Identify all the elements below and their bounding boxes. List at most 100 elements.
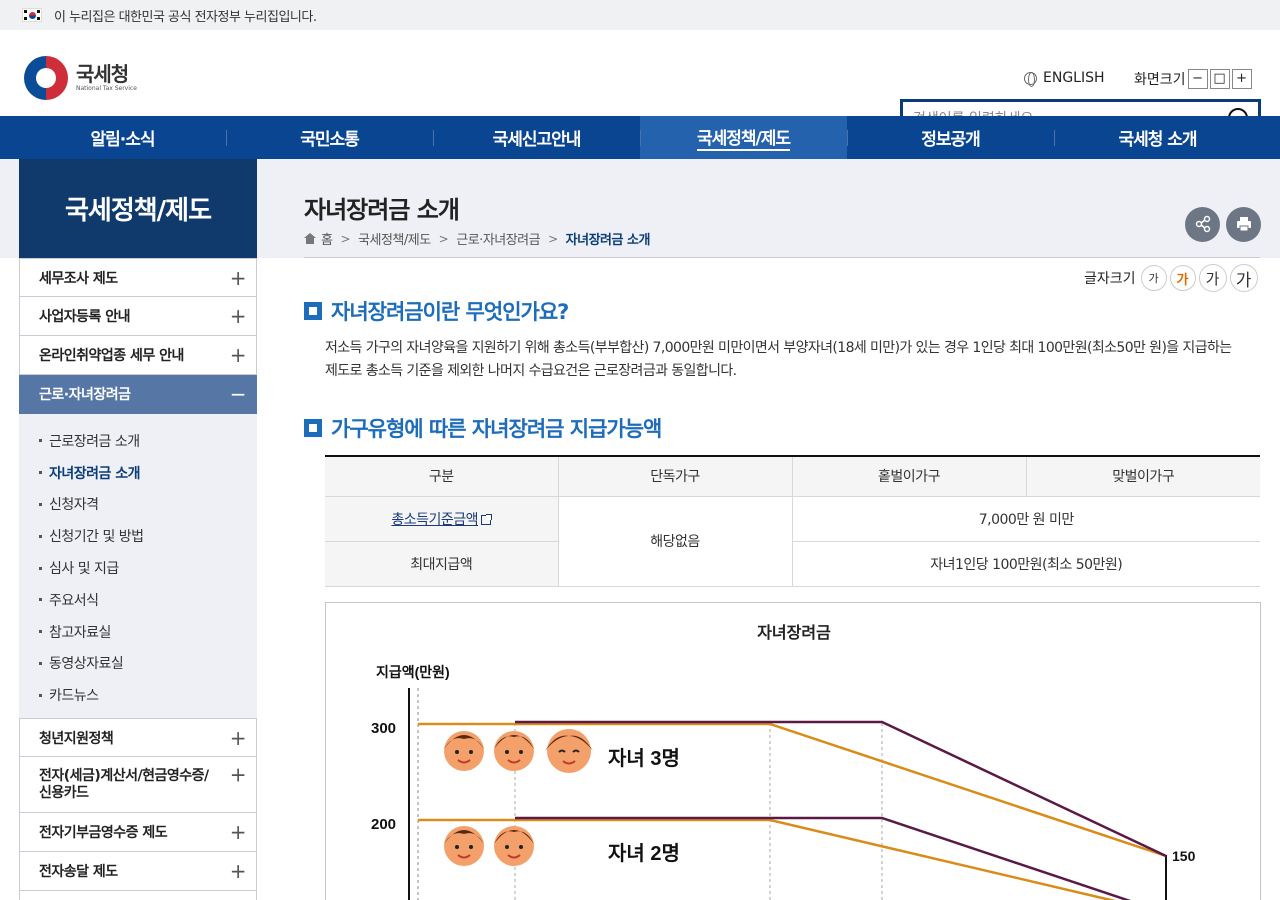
end-value-label: 150 <box>1172 848 1196 864</box>
table-header-row: 구분 단독가구 홑벌이가구 맞벌이가구 <box>325 455 1260 497</box>
breadcrumb-incentive[interactable]: 근로·자녀장려금 <box>456 229 540 248</box>
side-submenu: 근로장려금 소개 자녀장려금 소개 신청자격 신청기간 및 방법 심사 및 지급… <box>19 414 257 719</box>
font-size-small-button[interactable]: 가 <box>1140 265 1167 291</box>
side-sub-item[interactable]: 신청자격 <box>20 489 257 521</box>
total-income-link[interactable]: 총소득기준금액 <box>391 512 478 528</box>
screen-zoom: 화면크기 − □ + <box>1134 69 1252 89</box>
gov-banner-text: 이 누리집은 대한민국 공식 전자정부 누리집입니다. <box>54 9 317 25</box>
header: 국세청 National Tax Service ENGLISH 화면크기 − … <box>0 30 1280 139</box>
side-item-e-donation[interactable]: 전자기부금영수증 제도 + <box>19 813 257 853</box>
minus-icon: − <box>229 382 247 406</box>
side-item-online-business[interactable]: 온라인취약업종 세무 안내 + <box>19 336 257 375</box>
home-icon <box>304 233 316 244</box>
printer-icon <box>1236 217 1251 232</box>
breadcrumb-policy[interactable]: 국세정책/제도 <box>358 229 431 248</box>
logo-subtitle: National Tax Service <box>76 85 137 92</box>
child-face-icon <box>545 729 593 773</box>
section-bullet-icon <box>304 419 322 437</box>
table-cell: 자녀1인당 100만원(최소 50만원) <box>791 540 1260 587</box>
section-bullet-icon <box>304 302 322 320</box>
section-title-what: 자녀장려금이란 무엇인가요? <box>304 296 569 326</box>
side-sub-item[interactable]: 신청기간 및 방법 <box>20 520 257 552</box>
section-title-amount: 가구유형에 따른 자녀장려금 지급가능액 <box>304 413 662 443</box>
chevron-right-icon: > <box>548 231 558 246</box>
font-size-xlarge-button[interactable]: 가 <box>1229 264 1258 292</box>
plus-icon: + <box>229 762 247 787</box>
share-icon <box>1195 215 1210 233</box>
plus-icon: + <box>229 343 247 367</box>
font-size-label: 글자크기 <box>1084 271 1136 287</box>
font-size-control: 글자크기 가 가 가 가 <box>1084 264 1258 292</box>
child-face-icon <box>444 731 484 771</box>
child-face-icon <box>444 826 484 866</box>
table-row-head: 최대지급액 <box>325 540 559 587</box>
side-sub-item[interactable]: 근로장려금 소개 <box>20 425 257 457</box>
nav-item-tax-filing[interactable]: 국세신고안내 <box>433 116 640 159</box>
side-item-more[interactable] <box>19 891 257 900</box>
side-sub-item[interactable]: 동영상자료실 <box>20 648 257 680</box>
plus-icon: + <box>229 265 247 290</box>
side-nav: 세무조사 제도 + 사업자등록 안내 + 온라인취약업종 세무 안내 + 근로·자녀장… <box>19 258 257 900</box>
site-logo[interactable]: 국세청 National Tax Service <box>24 56 137 100</box>
table-cell: 해당없음 <box>557 495 793 587</box>
zoom-reset-button[interactable]: □ <box>1209 69 1230 89</box>
gov-banner: 이 누리집은 대한민국 공식 전자정부 누리집입니다. <box>0 0 1280 30</box>
chart-panel: 자녀장려금 지급액(만원) 300 200 150 자녀 3명 자녀 2명 <box>325 602 1261 900</box>
nav-item-communication[interactable]: 국민소통 <box>226 116 433 159</box>
nav-item-about[interactable]: 국세청 소개 <box>1054 116 1261 159</box>
nav-item-news[interactable]: 알림·소식 <box>19 116 226 159</box>
y-tick-label: 300 <box>371 720 396 737</box>
series-label: 자녀 2명 <box>608 842 680 865</box>
section-description: 저소득 가구의 자녀양육을 지원하기 위해 총소득(부부합산) 7,000만원 … <box>325 340 1232 379</box>
table-header: 홑벌이가구 <box>791 455 1027 497</box>
amount-table: 구분 단독가구 홑벌이가구 맞벌이가구 총소득기준금액 해당없음 7,000만 … <box>325 455 1260 587</box>
y-tick-label: 200 <box>371 816 396 833</box>
side-item-e-delivery[interactable]: 전자송달 제도 + <box>19 852 257 892</box>
table-row: 최대지급액 자녀1인당 100만원(최소 50만원) <box>325 540 1260 587</box>
breadcrumb-current: 자녀장려금 소개 <box>565 233 651 248</box>
print-button[interactable] <box>1226 207 1261 242</box>
side-sub-item[interactable]: 참고자료실 <box>20 616 257 648</box>
chart-title: 자녀장려금 <box>757 624 831 642</box>
side-sub-item[interactable]: 심사 및 지급 <box>20 552 257 584</box>
side-item-youth-policy[interactable]: 청년지원정책 + <box>19 718 257 758</box>
chevron-right-icon: > <box>438 231 449 246</box>
zoom-in-button[interactable]: + <box>1231 69 1252 89</box>
table-header: 단독가구 <box>557 455 793 497</box>
logo-title: 국세청 <box>76 62 129 86</box>
table-row: 총소득기준금액 해당없음 7,000만 원 미만 <box>325 495 1260 587</box>
table-row-head: 총소득기준금액 <box>325 495 559 542</box>
chart-y-label: 지급액(만원) <box>376 664 450 680</box>
side-sub-item[interactable]: 카드뉴스 <box>20 679 257 711</box>
nav-item-tax-policy[interactable]: 국세정책/제도 <box>640 116 847 159</box>
nav-item-disclosure[interactable]: 정보공개 <box>847 116 1054 159</box>
side-item-tax-audit[interactable]: 세무조사 제도 + <box>19 258 257 297</box>
series-label: 자녀 3명 <box>608 747 680 770</box>
external-link-icon <box>481 513 493 525</box>
globe-icon <box>1024 71 1037 87</box>
incentive-chart: 자녀장려금 지급액(만원) 300 200 150 자녀 3명 자녀 2명 <box>371 624 1196 900</box>
share-button[interactable] <box>1185 207 1220 242</box>
zoom-out-button[interactable]: − <box>1187 69 1208 89</box>
page-title: 자녀장려금 소개 <box>304 196 460 224</box>
table-header: 구분 <box>325 455 559 497</box>
title-divider <box>304 257 1260 258</box>
english-link[interactable]: ENGLISH <box>1024 70 1105 87</box>
korea-flag-icon <box>22 8 42 22</box>
side-item-business-registration[interactable]: 사업자등록 안내 + <box>19 297 257 336</box>
side-sub-item-current[interactable]: 자녀장려금 소개 <box>20 457 257 489</box>
side-title: 국세정책/제도 <box>19 159 257 258</box>
font-size-default-button[interactable]: 가 <box>1169 265 1196 291</box>
english-label: ENGLISH <box>1043 70 1105 86</box>
font-size-large-button[interactable]: 가 <box>1198 264 1227 292</box>
child-face-icon <box>494 731 534 771</box>
table-header: 맞벌이가구 <box>1025 455 1260 497</box>
side-item-e-invoice[interactable]: 전자(세금)계산서/현금영수증/신용카드 + <box>19 757 257 814</box>
chevron-right-icon: > <box>340 231 351 246</box>
plus-icon: + <box>229 859 247 884</box>
main-nav: 알림·소식 국민소통 국세신고안내 국세정책/제도 정보공개 국세청 소개 <box>0 116 1280 159</box>
side-sub-item[interactable]: 주요서식 <box>20 584 257 616</box>
breadcrumb-home[interactable]: 홈 <box>321 229 333 248</box>
breadcrumb: 홈 > 국세정책/제도 > 근로·자녀장려금 > 자녀장려금 소개 <box>304 229 650 248</box>
side-item-incentive[interactable]: 근로·자녀장려금 − <box>19 375 257 414</box>
